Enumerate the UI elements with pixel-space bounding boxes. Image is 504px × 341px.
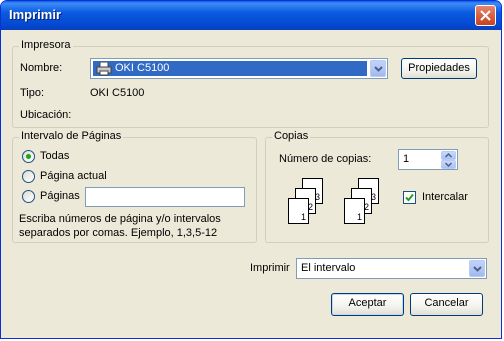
print-what-dropdown-button[interactable] bbox=[469, 260, 485, 277]
printer-name-value: OKI C5100 bbox=[115, 62, 170, 74]
printer-name-label: Nombre: bbox=[20, 62, 63, 74]
copies-spin-down[interactable] bbox=[441, 160, 456, 169]
radio-current-page[interactable] bbox=[22, 170, 35, 183]
printer-location-label: Ubicación: bbox=[20, 109, 72, 121]
checkmark-icon bbox=[405, 193, 414, 202]
collate-illustration: 3 2 1 3 2 1 bbox=[288, 178, 428, 238]
copies-count-input[interactable]: 1 bbox=[398, 149, 458, 170]
radio-pages[interactable] bbox=[22, 190, 35, 203]
collate-page: 1 bbox=[288, 198, 309, 224]
radio-current-label[interactable]: Página actual bbox=[40, 170, 107, 182]
print-dialog: Imprimir Impresora Nombre: OKI C5100 Pro… bbox=[0, 0, 502, 339]
range-hint-line1: Escriba números de página y/o intervalos bbox=[19, 213, 221, 225]
radio-selected-dot bbox=[26, 154, 31, 159]
printer-dropdown-button[interactable] bbox=[370, 60, 386, 77]
printer-name-select[interactable]: OKI C5100 bbox=[90, 58, 388, 79]
printer-type-label: Tipo: bbox=[20, 87, 45, 99]
page-range-title: Intervalo de Páginas bbox=[19, 130, 124, 142]
cancel-button-label: Cancelar bbox=[424, 297, 469, 309]
print-what-label: Imprimir bbox=[250, 262, 290, 274]
copies-spin-up[interactable] bbox=[441, 151, 456, 160]
page-range-group: Intervalo de Páginas Todas Página actual… bbox=[12, 130, 257, 243]
collate-page: 1 bbox=[344, 198, 365, 224]
print-what-select[interactable]: El intervalo bbox=[296, 258, 487, 279]
close-icon bbox=[480, 10, 491, 21]
ok-button[interactable]: Aceptar bbox=[331, 293, 404, 316]
printer-group-title: Impresora bbox=[19, 39, 73, 51]
window-title: Imprimir bbox=[9, 7, 62, 22]
dialog-body: Impresora Nombre: OKI C5100 Propiedades bbox=[4, 30, 498, 335]
copies-group: Copias Número de copias: 1 3 2 1 3 2 1 I… bbox=[265, 130, 489, 243]
chevron-down-icon bbox=[374, 66, 383, 72]
chevron-down-icon bbox=[444, 162, 453, 168]
print-what-value: El intervalo bbox=[301, 262, 356, 274]
properties-button[interactable]: Propiedades bbox=[401, 58, 477, 79]
collate-label[interactable]: Intercalar bbox=[422, 191, 468, 203]
ok-button-label: Aceptar bbox=[348, 297, 387, 309]
printer-group: Impresora Nombre: OKI C5100 Propiedades bbox=[12, 39, 489, 128]
copies-title: Copias bbox=[272, 130, 311, 142]
copies-count-value: 1 bbox=[403, 153, 410, 165]
printer-icon bbox=[96, 62, 112, 76]
radio-all-pages[interactable] bbox=[22, 150, 35, 163]
radio-all-label[interactable]: Todas bbox=[40, 150, 69, 162]
printer-type-value: OKI C5100 bbox=[90, 87, 145, 99]
copies-count-label: Número de copias: bbox=[279, 153, 372, 165]
pages-input[interactable] bbox=[85, 187, 245, 207]
close-button[interactable] bbox=[475, 5, 496, 26]
properties-button-label: Propiedades bbox=[408, 62, 470, 74]
collate-checkbox[interactable] bbox=[403, 191, 416, 204]
chevron-up-icon bbox=[444, 152, 453, 158]
chevron-down-icon bbox=[473, 266, 482, 272]
cancel-button[interactable]: Cancelar bbox=[410, 293, 483, 316]
range-hint-line2: separados por comas. Ejemplo, 1,3,5-12 bbox=[19, 227, 218, 239]
title-bar[interactable]: Imprimir bbox=[1, 1, 501, 30]
radio-pages-label[interactable]: Páginas bbox=[40, 190, 80, 202]
